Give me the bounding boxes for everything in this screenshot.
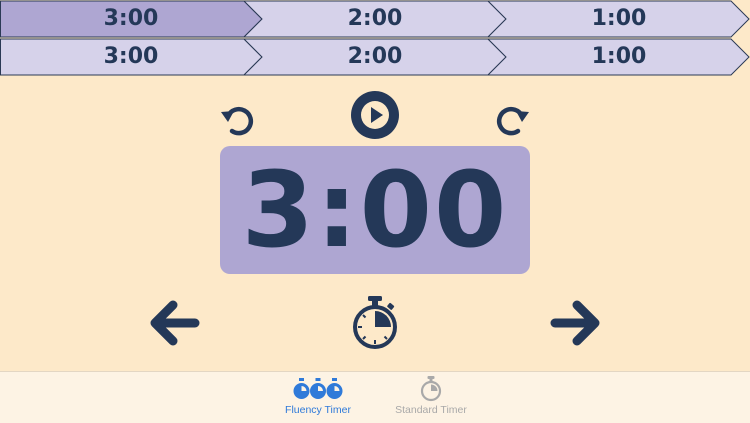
segment-row1-2-label: 2:00 <box>347 6 403 31</box>
redo-button[interactable] <box>490 98 534 142</box>
segment-row2-3-label: 1:00 <box>591 44 647 69</box>
tab-standard-timer-label: Standard Timer <box>395 404 467 416</box>
timer-mode-button[interactable] <box>350 294 400 352</box>
time-value: 3:00 <box>241 149 509 271</box>
stopwatch-icon <box>353 296 397 349</box>
rotate-ccw-icon <box>221 106 254 136</box>
tab-standard-timer[interactable]: Standard Timer <box>376 376 486 422</box>
tab-bar: Fluency Timer Standard Timer <box>0 371 750 423</box>
play-icon <box>351 91 399 139</box>
tab-fluency-timer-label: Fluency Timer <box>285 404 351 416</box>
rotate-cw-icon <box>496 106 529 136</box>
tab-fluency-timer[interactable]: Fluency Timer <box>263 376 373 422</box>
triple-stopwatch-icon <box>293 378 343 399</box>
segment-row1-3-label: 1:00 <box>591 6 647 31</box>
next-button[interactable] <box>546 294 604 352</box>
previous-button[interactable] <box>146 294 204 352</box>
reset-button[interactable] <box>216 98 260 142</box>
play-button[interactable] <box>350 90 400 140</box>
stopwatch-icon <box>420 376 442 402</box>
segment-row2-1-label: 3:00 <box>103 44 159 69</box>
segment-row2-2-label: 2:00 <box>347 44 403 69</box>
arrow-right-icon <box>550 300 600 346</box>
segment-bar: 3:00 2:00 1:00 3:00 2:00 1:00 <box>0 0 750 76</box>
segment-row1-1-label: 3:00 <box>103 6 159 31</box>
arrow-left-icon <box>150 300 200 346</box>
time-display: 3:00 <box>220 146 530 274</box>
